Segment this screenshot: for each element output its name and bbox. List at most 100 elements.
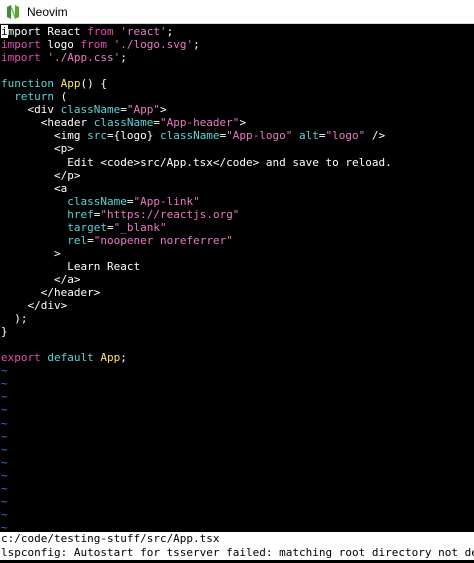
empty-buffer-tilde: ~: [1, 481, 8, 495]
code-token: "noopener noreferrer": [93, 233, 233, 247]
code-token: from: [80, 38, 108, 52]
code-token: logo: [40, 38, 81, 52]
code-token: rel: [67, 233, 88, 247]
code-token: (: [54, 90, 68, 104]
empty-buffer-tilde: ~: [1, 364, 8, 378]
empty-buffer-tilde: ~: [1, 377, 8, 391]
empty-buffer-tilde: ~: [1, 416, 8, 430]
code-token: './logo.svg': [113, 38, 194, 52]
code-token: className: [60, 103, 121, 117]
command-message-line: lspconfig: Autostart for tsserver failed…: [0, 546, 474, 560]
code-token: className: [67, 194, 127, 208]
window-titlebar: Neovim: [0, 0, 474, 24]
code-token: './App.css': [47, 51, 121, 65]
code-token: Edit <code>src/App.tsx</code> and save t…: [1, 155, 392, 169]
code-line[interactable]: className="App-link": [1, 194, 200, 208]
code-line[interactable]: </p>: [1, 168, 81, 182]
code-token: ;: [166, 25, 174, 38]
code-token: </div>: [1, 299, 68, 313]
code-token: <img: [1, 129, 88, 143]
code-token: =: [318, 129, 326, 143]
window-title: Neovim: [27, 4, 68, 19]
editor-buffer[interactable]: import React from 'react'; import logo fr…: [0, 24, 474, 532]
statusline-file-path: c:/code/testing-stuff/src/App.tsx: [0, 532, 474, 546]
code-token: return: [14, 90, 54, 104]
code-token: function: [1, 77, 54, 91]
code-line[interactable]: import logo from './logo.svg';: [1, 38, 200, 51]
neovim-logo-icon: [7, 4, 19, 19]
code-line[interactable]: }: [1, 325, 8, 338]
code-token: ;: [193, 38, 200, 52]
code-token: "https://reactjs.org": [100, 207, 240, 221]
code-token: <p>: [1, 142, 74, 156]
empty-buffer-tilde: ~: [1, 507, 8, 521]
code-token: }: [1, 325, 8, 339]
code-token: >: [239, 116, 247, 130]
code-token: </header>: [1, 286, 101, 299]
empty-buffer-tilde: ~: [1, 494, 8, 508]
empty-buffer-tilde: ~: [1, 403, 8, 417]
code-line[interactable]: rel="noopener noreferrer": [1, 234, 233, 247]
code-line[interactable]: );: [1, 312, 28, 326]
code-token: export: [1, 351, 41, 365]
code-token: ;: [120, 351, 127, 365]
code-token: <a: [1, 181, 68, 195]
code-token: className: [93, 116, 154, 130]
code-token: className: [159, 129, 220, 143]
code-line[interactable]: return (: [1, 90, 67, 103]
code-token: () {: [80, 77, 107, 91]
code-token: App: [60, 77, 81, 91]
code-token: href: [67, 207, 94, 221]
code-token: ={logo}: [106, 129, 160, 143]
code-token: "App-header": [159, 116, 240, 130]
code-token: =: [106, 220, 114, 234]
code-line[interactable]: <header className="App-header">: [1, 116, 246, 129]
empty-buffer-tilde: ~: [1, 390, 8, 404]
code-line[interactable]: <a: [1, 182, 67, 195]
code-line[interactable]: </div>: [1, 299, 67, 312]
code-line[interactable]: </header>: [1, 286, 101, 299]
code-token: </p>: [1, 168, 81, 182]
empty-buffer-tilde: ~: [1, 468, 8, 482]
code-token: 'react': [120, 25, 167, 38]
code-token: src: [87, 129, 107, 143]
code-token: from: [87, 25, 114, 38]
code-token: "App-logo": [226, 129, 293, 143]
code-line[interactable]: import React from 'react';: [1, 25, 173, 38]
code-line[interactable]: href="https://reactjs.org": [1, 208, 239, 221]
code-line[interactable]: Edit <code>src/App.tsx</code> and save t…: [1, 156, 392, 169]
code-line[interactable]: >: [1, 247, 61, 260]
code-token: );: [1, 312, 28, 326]
code-token: import: [1, 38, 41, 52]
code-line[interactable]: </a>: [1, 272, 81, 286]
code-token: =: [153, 116, 160, 130]
text-cursor: i: [1, 25, 8, 38]
code-token: />: [365, 129, 386, 143]
code-line[interactable]: <img src={logo} className = "App-logo" alt…: [1, 129, 385, 142]
code-token: =: [87, 233, 94, 247]
empty-buffer-tilde: ~: [1, 520, 8, 532]
code-line[interactable]: import './App.css';: [1, 51, 127, 64]
code-token: "App": [126, 103, 160, 117]
empty-buffer-tilde: ~: [1, 455, 8, 469]
code-line[interactable]: function App() {: [1, 77, 107, 90]
code-token: Learn React: [1, 259, 141, 273]
empty-buffer-tilde: ~: [1, 429, 8, 443]
code-line[interactable]: Learn React: [1, 260, 140, 273]
code-line[interactable]: export default App;: [1, 351, 127, 364]
code-line[interactable]: <p>: [1, 142, 74, 155]
code-token: mport React: [7, 25, 88, 38]
code-token: "logo": [325, 129, 366, 143]
code-token: </a>: [1, 272, 81, 286]
code-line[interactable]: <div className="App">: [1, 103, 166, 117]
code-token: "App-link": [133, 194, 200, 208]
code-line[interactable]: target="_blank": [1, 220, 166, 234]
code-token: default: [47, 351, 94, 365]
code-token: App: [100, 351, 121, 365]
